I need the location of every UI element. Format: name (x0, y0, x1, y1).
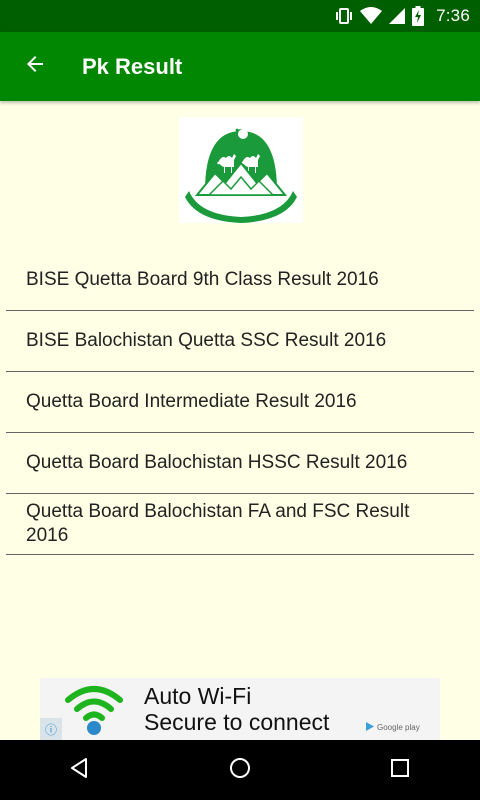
store-badge-label: Google play (377, 723, 420, 732)
list-item-label: Quetta Board Intermediate Result 2016 (26, 391, 357, 412)
ad-title: Auto Wi-Fi (144, 683, 252, 709)
list-item[interactable]: Quetta Board Intermediate Result 2016 (6, 372, 474, 433)
board-logo (179, 117, 303, 223)
nav-recents-icon (389, 757, 411, 784)
nav-recents-button[interactable] (360, 740, 440, 800)
nav-home-button[interactable] (200, 740, 280, 800)
app-bar: Pk Result (0, 32, 480, 101)
status-clock: 7:36 (436, 6, 470, 25)
ad-banner[interactable]: Auto Wi-Fi Secure to connect ⓘ Google pl… (40, 678, 440, 740)
wifi-icon (360, 7, 383, 25)
result-list: BISE Quetta Board 9th Class Result 2016 … (6, 250, 474, 555)
vibrate-icon (334, 6, 354, 26)
page-title: Pk Result (82, 53, 183, 79)
nav-home-icon (228, 756, 252, 785)
navigation-bar (0, 740, 480, 800)
list-item[interactable]: Quetta Board Balochistan FA and FSC Resu… (6, 494, 474, 555)
list-item[interactable]: BISE Quetta Board 9th Class Result 2016 (6, 250, 474, 311)
store-badge: Google play (366, 722, 420, 733)
status-bar: 7:36 (0, 0, 480, 32)
wifi-app-icon (64, 682, 124, 740)
ad-subtitle: Secure to connect (144, 709, 330, 735)
list-item-label: Quetta Board Balochistan HSSC Result 201… (26, 452, 408, 473)
nav-back-icon (68, 756, 92, 785)
ad-info-icon[interactable]: ⓘ (40, 718, 62, 740)
list-item[interactable]: BISE Balochistan Quetta SSC Result 2016 (6, 311, 474, 372)
list-item[interactable]: Quetta Board Balochistan HSSC Result 201… (6, 433, 474, 494)
status-icons: 7:36 (334, 6, 470, 26)
battery-charging-icon (412, 6, 425, 26)
signal-icon (388, 7, 406, 25)
list-item-label: Quetta Board Balochistan FA and FSC Resu… (26, 501, 410, 546)
list-item-label: BISE Balochistan Quetta SSC Result 2016 (26, 330, 387, 351)
arrow-left-icon (23, 52, 47, 81)
nav-back-button[interactable] (40, 740, 120, 800)
list-item-label: BISE Quetta Board 9th Class Result 2016 (26, 269, 379, 290)
play-store-icon (366, 722, 374, 733)
back-button[interactable] (0, 32, 70, 101)
